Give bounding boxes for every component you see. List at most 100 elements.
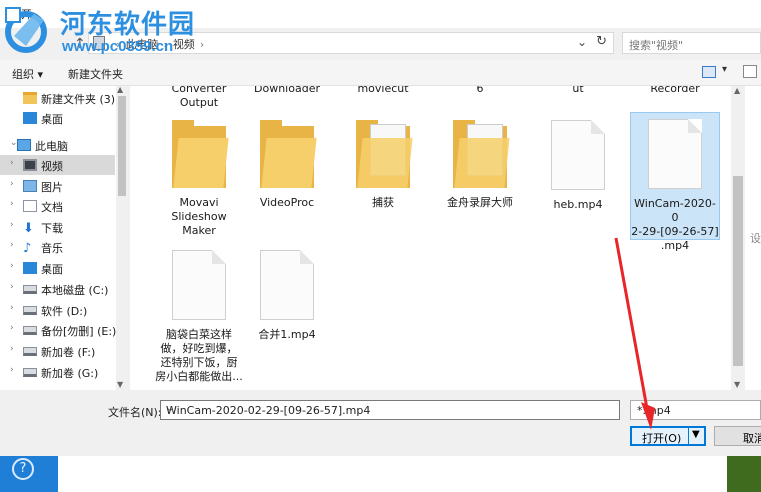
- open-button[interactable]: 打开(O) ▼: [630, 426, 706, 446]
- document-icon: [23, 200, 37, 212]
- sidebar-item-pictures[interactable]: › 图片: [0, 176, 115, 196]
- chevron-right-icon[interactable]: ›: [10, 179, 14, 189]
- sidebar-item-documents[interactable]: › 文档: [0, 196, 115, 216]
- folder-item[interactable]: VideoProc: [242, 120, 332, 210]
- file-name: VideoProc: [259, 196, 315, 209]
- chevron-down-icon[interactable]: ⌄: [577, 35, 587, 49]
- folder-with-documents-icon: [453, 120, 510, 188]
- filetype-select[interactable]: *.mp4: [630, 400, 761, 420]
- sidebar-item-drive-c[interactable]: › 本地磁盘 (C:): [0, 279, 115, 299]
- chevron-right-icon[interactable]: ›: [10, 220, 14, 230]
- sidebar-item-this-pc[interactable]: ⌄ 此电脑: [0, 135, 115, 155]
- file-name: 合并1.mp4: [258, 328, 316, 341]
- scroll-up-icon[interactable]: ▲: [117, 85, 123, 94]
- open-options-chevron-icon[interactable]: ▼: [692, 429, 700, 440]
- sidebar-item-drive-f[interactable]: › 新加卷 (F:): [0, 341, 115, 361]
- scroll-up-icon[interactable]: ▲: [734, 86, 740, 95]
- drive-icon: [23, 306, 37, 315]
- folder-item[interactable]: 金舟录屏大师: [435, 120, 525, 210]
- file-name: 脑袋白菜这样 做，好吃到爆， 还特别下饭，厨 房小白都能做出...: [155, 328, 243, 383]
- file-name: 捕获: [372, 196, 394, 209]
- file-item[interactable]: 合并1.mp4: [242, 250, 332, 342]
- scroll-down-icon[interactable]: ▼: [734, 380, 740, 389]
- cancel-button[interactable]: 取消: [714, 426, 761, 446]
- chevron-right-icon[interactable]: ›: [10, 158, 14, 168]
- file-icon: [551, 120, 605, 190]
- new-folder-button[interactable]: 新建文件夹: [68, 66, 123, 82]
- dialog-footer: 文件名(N): WinCam-2020-02-29-[09-26-57].mp4…: [0, 390, 761, 456]
- sidebar-item-music[interactable]: › ♪ 音乐: [0, 237, 115, 257]
- scroll-down-icon[interactable]: ▼: [117, 380, 123, 389]
- chevron-right-icon[interactable]: ›: [10, 282, 14, 292]
- picture-icon: [23, 180, 37, 192]
- chevron-right-icon[interactable]: ›: [10, 303, 14, 313]
- sidebar-item-videos[interactable]: › 视频: [0, 155, 115, 175]
- scrollbar-thumb[interactable]: [733, 176, 743, 366]
- watermark-site-name: 河东软件园: [60, 10, 196, 40]
- cancel-button-label: 取消: [743, 432, 761, 445]
- partial-folder-label[interactable]: moviecut: [338, 86, 428, 96]
- file-icon: [648, 119, 702, 189]
- chevron-right-icon[interactable]: ›: [10, 323, 14, 333]
- download-icon: ⬇: [23, 221, 34, 236]
- organize-button[interactable]: 组织 ▾: [12, 66, 43, 82]
- chevron-right-icon[interactable]: ›: [10, 344, 14, 354]
- chevron-down-icon[interactable]: ▾: [722, 64, 727, 75]
- preview-partial-text: 设: [750, 232, 761, 245]
- chevron-right-icon[interactable]: ›: [10, 261, 14, 271]
- navigation-pane: 新建文件夹 (3) 桌面 ⌄ 此电脑 › 视频 › 图片 › 文档 › ⬇ 下载…: [0, 86, 128, 390]
- partial-folder-label[interactable]: Recorder: [630, 86, 720, 96]
- sidebar-item-drive-g[interactable]: › 新加卷 (G:): [0, 362, 115, 382]
- partial-folder-label[interactable]: Converter Output: [154, 86, 244, 110]
- file-list-scrollbar[interactable]: ▲ ▼: [731, 86, 745, 390]
- sidebar-item-desktop-2[interactable]: › 桌面: [0, 258, 115, 278]
- sidebar-item-drive-d[interactable]: › 软件 (D:): [0, 300, 115, 320]
- filetype-value: *.mp4: [637, 404, 671, 417]
- view-options-icon[interactable]: [702, 66, 716, 78]
- sidebar-item-drive-e[interactable]: › 备份[勿删] (E:): [0, 320, 116, 340]
- filename-input[interactable]: WinCam-2020-02-29-[09-26-57].mp4 ⌄: [160, 400, 620, 420]
- partial-folder-label[interactable]: ut: [533, 86, 623, 96]
- drive-icon: [23, 368, 37, 377]
- open-button-label: 打开(O): [642, 432, 682, 445]
- help-icon[interactable]: ?: [12, 458, 34, 480]
- folder-icon: [23, 92, 37, 104]
- drive-icon: [23, 285, 37, 294]
- background-app-bottom: [58, 456, 727, 492]
- file-icon: [172, 250, 226, 320]
- search-placeholder: 搜索"视频": [629, 39, 684, 52]
- search-input[interactable]: 搜索"视频": [622, 32, 761, 54]
- pc-icon: [17, 139, 31, 151]
- file-item[interactable]: 脑袋白菜这样 做，好吃到爆， 还特别下饭，厨 房小白都能做出...: [154, 250, 244, 384]
- file-item-selected[interactable]: WinCam-2020-0 2-29-[09-26-57] .mp4: [630, 112, 720, 252]
- file-name: 金舟录屏大师: [447, 196, 513, 209]
- sidebar-item-desktop[interactable]: 桌面: [0, 108, 115, 128]
- file-item[interactable]: heb.mp4: [533, 120, 623, 212]
- chevron-right-icon[interactable]: ›: [10, 365, 14, 375]
- drive-icon: [23, 326, 37, 335]
- folder-item[interactable]: 捕获: [338, 120, 428, 210]
- sidebar-item-downloads[interactable]: › ⬇ 下载: [0, 217, 115, 237]
- preview-pane-icon[interactable]: [743, 65, 757, 78]
- folder-icon: [260, 120, 317, 188]
- preview-pane: 设: [745, 86, 761, 390]
- file-icon: [260, 250, 314, 320]
- watermark-url: www.pc0359.cn: [62, 38, 174, 55]
- scrollbar-thumb[interactable]: [118, 96, 126, 196]
- file-name: heb.mp4: [553, 198, 603, 211]
- folder-with-documents-icon: [356, 120, 413, 188]
- file-name: Movavi Slideshow Maker: [171, 196, 227, 237]
- chevron-right-icon[interactable]: ›: [10, 199, 14, 209]
- refresh-icon[interactable]: ↻: [596, 34, 607, 49]
- sidebar-item-new-folder-3[interactable]: 新建文件夹 (3): [0, 88, 115, 108]
- file-list: Converter Output Downloader moviecut 6 u…: [130, 86, 731, 390]
- nav-scrollbar[interactable]: ▲ ▼: [116, 85, 128, 390]
- chevron-right-icon[interactable]: ›: [10, 240, 14, 250]
- folder-icon: [172, 120, 229, 188]
- partial-folder-label[interactable]: 6: [435, 86, 525, 96]
- filename-label: 文件名(N):: [108, 406, 162, 419]
- chevron-down-icon[interactable]: ⌄: [166, 403, 615, 414]
- folder-item[interactable]: Movavi Slideshow Maker: [154, 120, 244, 238]
- partial-folder-label[interactable]: Downloader: [242, 86, 332, 96]
- drive-icon: [23, 347, 37, 356]
